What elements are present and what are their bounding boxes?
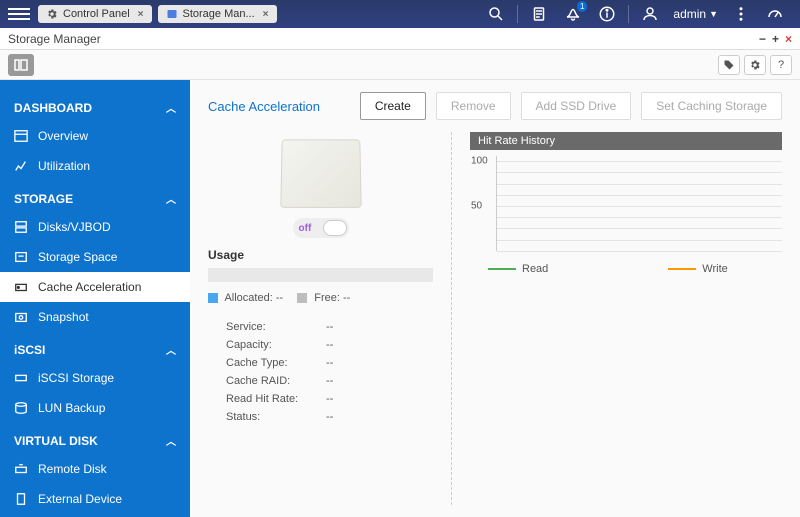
snapshot-icon: [14, 310, 30, 324]
backup-icon: [14, 401, 30, 415]
gridline: [497, 172, 782, 173]
menu-hamburger-icon[interactable]: [8, 3, 30, 25]
window-minimize-button[interactable]: −: [759, 32, 766, 46]
search-icon[interactable]: [485, 3, 507, 25]
set-caching-storage-button: Set Caching Storage: [641, 92, 782, 120]
sidebar: DASHBOARD ︿ Overview Utilization STORAGE…: [0, 80, 190, 517]
window-maximize-button[interactable]: +: [772, 32, 779, 46]
sidebar-section-dashboard[interactable]: DASHBOARD ︿: [0, 90, 190, 121]
write-series-line: [668, 268, 696, 270]
tab-label: Storage Man...: [183, 8, 255, 20]
sidebar-section-iscsi[interactable]: iSCSI ︿: [0, 332, 190, 363]
sidebar-item-snapshot[interactable]: Snapshot: [0, 302, 190, 332]
toggle-state-label: off: [299, 223, 312, 234]
user-icon[interactable]: [639, 3, 661, 25]
field-read-hit-rate: Read Hit Rate:--: [208, 390, 433, 408]
sidebar-section-virtual-disk[interactable]: VIRTUAL DISK ︿: [0, 423, 190, 454]
sidebar-item-lun-backup[interactable]: LUN Backup: [0, 393, 190, 423]
top-bar: Control Panel × Storage Man... × 1 admin…: [0, 0, 800, 28]
read-series-line: [488, 268, 516, 270]
y-tick-label: 50: [471, 200, 482, 211]
clipboard-icon[interactable]: [528, 3, 550, 25]
chart-area: 100 50: [496, 156, 782, 251]
cache-toggle[interactable]: off: [293, 218, 349, 238]
usage-bar: [208, 268, 433, 282]
gridline: [497, 240, 782, 241]
gridline: [497, 228, 782, 229]
gear-icon: [46, 8, 58, 20]
sidebar-section-storage[interactable]: STORAGE ︿: [0, 181, 190, 212]
close-icon[interactable]: ×: [263, 9, 269, 20]
remove-button: Remove: [436, 92, 511, 120]
usage-label: Usage: [208, 248, 433, 262]
tab-control-panel[interactable]: Control Panel ×: [38, 5, 152, 23]
disks-icon: [14, 220, 30, 234]
tab-storage-manager[interactable]: Storage Man... ×: [158, 5, 277, 23]
sidebar-item-remote-disk[interactable]: Remote Disk: [0, 454, 190, 484]
chevron-up-icon: ︿: [166, 433, 176, 448]
field-capacity: Capacity:--: [208, 336, 433, 354]
sidebar-item-utilization[interactable]: Utilization: [0, 151, 190, 181]
field-service: Service:--: [208, 318, 433, 336]
divider: [628, 5, 629, 23]
notification-badge: 1: [577, 1, 587, 12]
gridline: [497, 184, 782, 185]
help-button[interactable]: ?: [770, 55, 792, 75]
tag-button[interactable]: [718, 55, 740, 75]
field-cache-raid: Cache RAID:--: [208, 372, 433, 390]
allocated-swatch: [208, 293, 218, 303]
chart-title: Hit Rate History: [470, 132, 782, 150]
notification-icon[interactable]: 1: [562, 3, 584, 25]
admin-label: admin: [673, 7, 706, 21]
main-content: Cache Acceleration Create Remove Add SSD…: [190, 80, 800, 517]
iscsi-icon: [14, 371, 30, 385]
sidebar-item-external-device[interactable]: External Device: [0, 484, 190, 514]
remote-disk-icon: [14, 462, 30, 476]
chevron-up-icon: ︿: [166, 342, 176, 357]
window-title: Storage Manager: [8, 32, 101, 46]
more-icon[interactable]: [730, 3, 752, 25]
external-device-icon: [14, 492, 30, 506]
chevron-up-icon: ︿: [166, 100, 176, 115]
chart-legend: Read Write: [470, 263, 782, 275]
window-close-button[interactable]: ×: [785, 32, 792, 46]
page-title: Cache Acceleration: [208, 99, 320, 114]
admin-dropdown[interactable]: admin ▼: [673, 7, 718, 21]
cache-icon: [14, 280, 30, 294]
sidebar-item-disks[interactable]: Disks/VJBOD: [0, 212, 190, 242]
dashboard-gauge-icon[interactable]: [764, 3, 786, 25]
gridline: [497, 251, 782, 252]
gridline: [497, 195, 782, 196]
sidebar-item-storage-space[interactable]: Storage Space: [0, 242, 190, 272]
field-status: Status:--: [208, 408, 433, 426]
gridline: [497, 217, 782, 218]
sidebar-item-iscsi-storage[interactable]: iSCSI Storage: [0, 363, 190, 393]
tab-label: Control Panel: [63, 8, 130, 20]
storage-space-icon: [14, 250, 30, 264]
tool-bar: ?: [0, 50, 800, 80]
toggle-knob: [323, 220, 347, 236]
disk-icon: [166, 8, 178, 20]
window-title-bar: Storage Manager − + ×: [0, 28, 800, 50]
info-icon[interactable]: [596, 3, 618, 25]
overview-icon: [14, 129, 30, 143]
add-ssd-button: Add SSD Drive: [521, 92, 632, 120]
usage-legend: Allocated: -- Free: --: [208, 292, 433, 304]
create-button[interactable]: Create: [360, 92, 426, 120]
field-cache-type: Cache Type:--: [208, 354, 433, 372]
sidebar-item-cache-acceleration[interactable]: Cache Acceleration: [0, 272, 190, 302]
chevron-up-icon: ︿: [166, 191, 176, 206]
view-mode-button[interactable]: [8, 54, 34, 76]
gridline: [497, 206, 782, 207]
settings-button[interactable]: [744, 55, 766, 75]
y-tick-label: 100: [471, 155, 488, 166]
ssd-illustration: [280, 139, 361, 207]
divider: [517, 5, 518, 23]
close-icon[interactable]: ×: [138, 9, 144, 20]
free-swatch: [297, 293, 307, 303]
analytics-icon: [14, 159, 30, 173]
gridline: [497, 161, 782, 162]
sidebar-item-overview[interactable]: Overview: [0, 121, 190, 151]
chevron-down-icon: ▼: [709, 9, 718, 19]
